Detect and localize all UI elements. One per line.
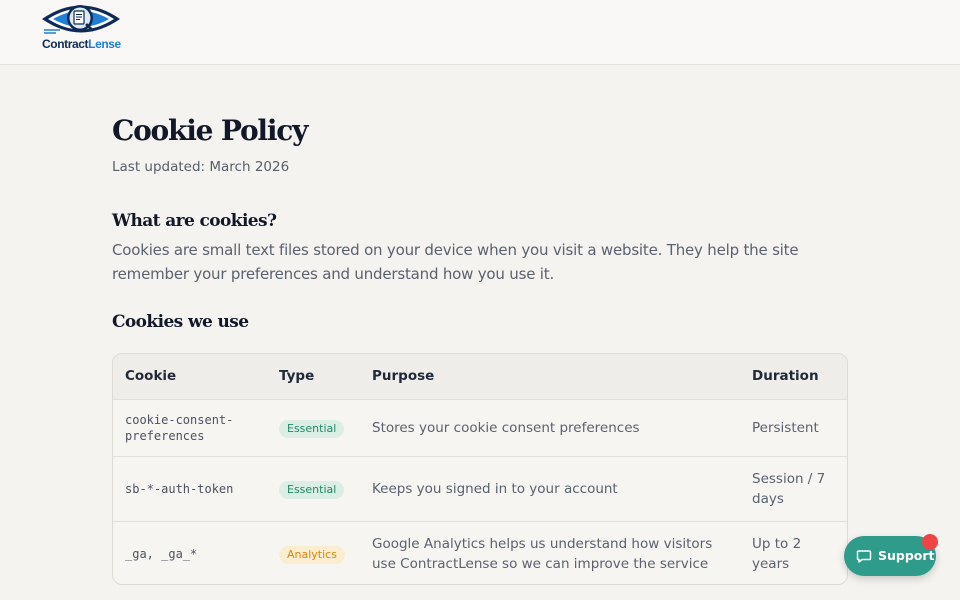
chat-bubble-icon — [856, 550, 872, 563]
column-header-cookie: Cookie — [113, 354, 267, 400]
type-badge-essential: Essential — [279, 419, 345, 438]
logo-wordmark: ContractLense — [42, 37, 121, 51]
contractlense-logo[interactable]: ContractLense — [40, 0, 122, 56]
cookie-duration: Up to 2 years — [752, 535, 802, 572]
cookies-table: Cookie Type Purpose Duration cookie-cons… — [112, 353, 848, 585]
support-label: Support — [878, 548, 935, 563]
cookie-purpose: Stores your cookie consent preferences — [372, 419, 640, 436]
section-heading-cookies-we-use: Cookies we use — [112, 312, 249, 332]
site-header: ContractLense — [0, 0, 960, 65]
last-updated: Last updated: March 2026 — [112, 159, 290, 175]
cookie-name: _ga, _ga_* — [125, 546, 198, 561]
cookie-purpose: Keeps you signed in to your account — [372, 480, 618, 497]
cookie-type-cell: Essential — [267, 456, 360, 521]
type-badge-analytics: Analytics — [279, 545, 345, 564]
cookie-duration: Persistent — [752, 419, 819, 436]
table-header-row: Cookie Type Purpose Duration — [113, 354, 847, 400]
page-title: Cookie Policy — [112, 114, 308, 147]
section-heading-what-are-cookies: What are cookies? — [112, 211, 277, 231]
table-row: sb-*-auth-token Essential Keeps you sign… — [113, 456, 847, 521]
column-header-duration: Duration — [740, 354, 847, 400]
table-row: _ga, _ga_* Analytics Google Analytics he… — [113, 521, 847, 584]
column-header-type: Type — [267, 354, 360, 400]
cookie-purpose: Google Analytics helps us understand how… — [372, 535, 713, 572]
cookie-name: cookie-consent-preferences — [125, 412, 234, 443]
section-body-what-are-cookies: Cookies are small text files stored on y… — [112, 241, 799, 283]
cookie-type-cell: Essential — [267, 399, 360, 456]
policy-content: Cookie Policy Last updated: March 2026 W… — [112, 113, 848, 332]
table-row: cookie-consent-preferences Essential Sto… — [113, 399, 847, 456]
eye-document-magnifier-logo-icon — [42, 5, 120, 34]
type-badge-essential: Essential — [279, 480, 345, 499]
notification-dot — [922, 534, 938, 550]
cookie-duration: Session / 7 days — [752, 470, 826, 507]
cookie-name: sb-*-auth-token — [125, 481, 234, 496]
column-header-purpose: Purpose — [360, 354, 740, 400]
cookie-type-cell: Analytics — [267, 521, 360, 584]
